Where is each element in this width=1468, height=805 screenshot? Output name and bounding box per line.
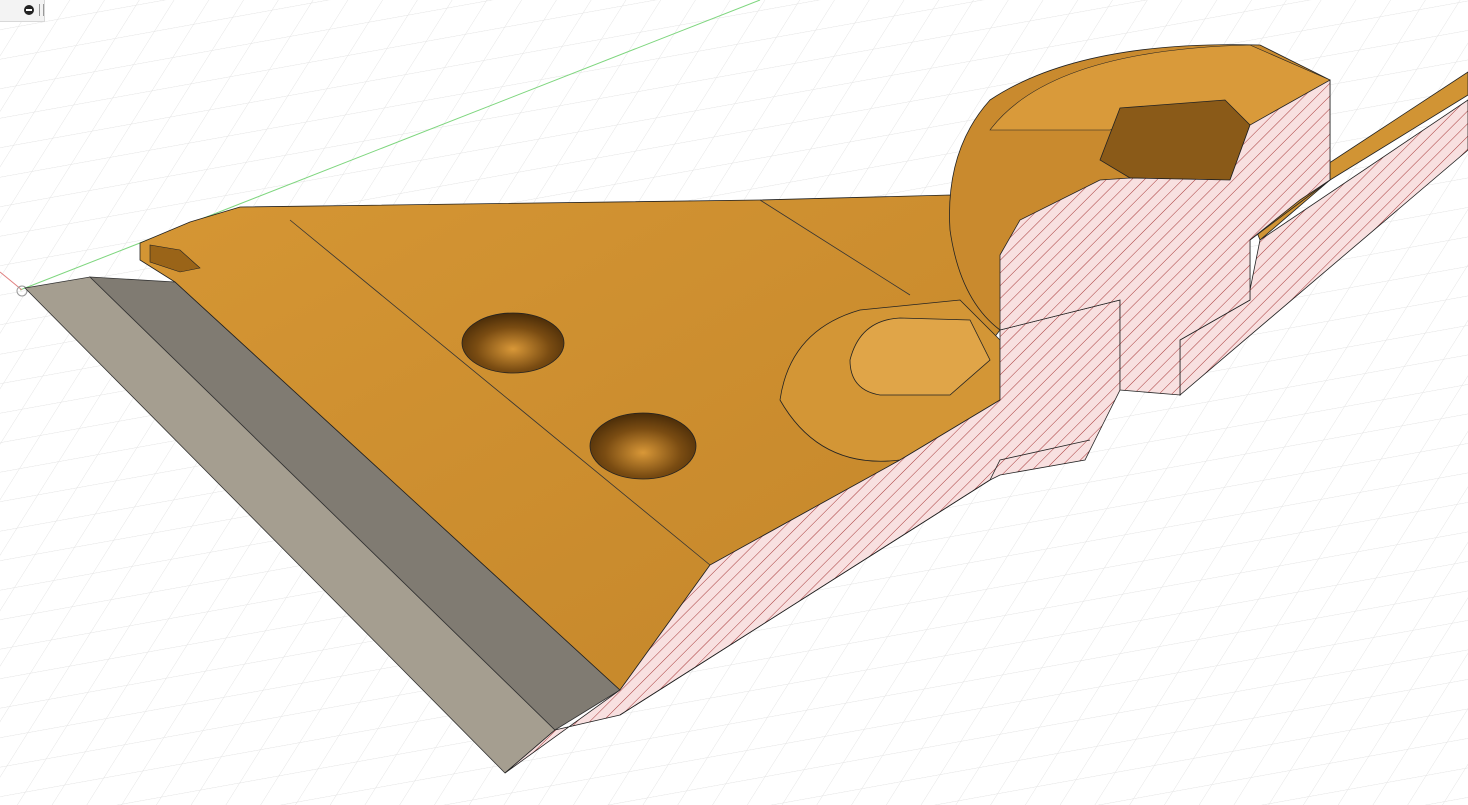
- 3d-viewport[interactable]: [0, 0, 1468, 805]
- drag-handle-icon[interactable]: [39, 4, 44, 16]
- hub-square-hole: [1099, 99, 1251, 181]
- minus-circle-icon[interactable]: [24, 5, 34, 15]
- browser-panel: [0, 0, 45, 22]
- mounting-hole: [589, 412, 697, 480]
- mounting-hole: [461, 312, 565, 374]
